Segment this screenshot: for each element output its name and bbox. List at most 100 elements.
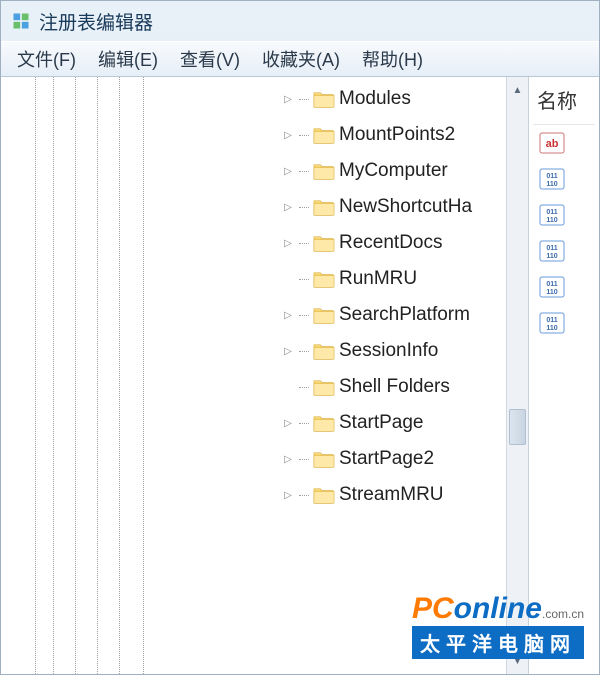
value-row[interactable]: 011110 xyxy=(533,197,595,233)
tree-item[interactable]: ▷ Modules xyxy=(281,81,506,117)
svg-text:011: 011 xyxy=(546,209,557,216)
tree-item[interactable]: ▷ SessionInfo xyxy=(281,333,506,369)
expand-icon[interactable]: ▷ xyxy=(281,416,295,430)
tree-item-label: Modules xyxy=(339,88,411,110)
svg-text:ab: ab xyxy=(546,138,559,150)
tree-connector xyxy=(299,207,309,208)
expand-icon[interactable]: ▷ xyxy=(281,164,295,178)
expand-icon[interactable]: ▷ xyxy=(281,488,295,502)
expand-icon[interactable]: ▷ xyxy=(281,200,295,214)
expand-icon[interactable]: ▷ xyxy=(281,452,295,466)
value-row[interactable]: 011110 xyxy=(533,305,595,341)
folder-icon xyxy=(313,450,335,468)
tree-connector xyxy=(299,387,309,388)
tree-item[interactable]: ▷ StreamMRU xyxy=(281,477,506,513)
tree-item-label: RunMRU xyxy=(339,268,417,290)
value-row[interactable]: ab xyxy=(533,125,595,161)
tree-connector xyxy=(299,135,309,136)
menu-help[interactable]: 帮助(H) xyxy=(352,42,433,76)
vertical-scrollbar[interactable]: ▲ ▼ xyxy=(506,77,528,674)
watermark-logo: PConline.com.cn xyxy=(412,594,584,624)
folder-icon xyxy=(313,198,335,216)
menu-bar: 文件(F) 编辑(E) 查看(V) 收藏夹(A) 帮助(H) xyxy=(1,41,599,77)
folder-icon xyxy=(313,486,335,504)
svg-text:110: 110 xyxy=(546,181,557,188)
tree-item-label: StartPage2 xyxy=(339,448,434,470)
value-row[interactable]: 011110 xyxy=(533,233,595,269)
tree-connector xyxy=(299,171,309,172)
tree-item[interactable]: ▷ MountPoints2 xyxy=(281,117,506,153)
tree-item[interactable]: ▷RunMRU xyxy=(281,261,506,297)
menu-file[interactable]: 文件(F) xyxy=(7,42,86,76)
tree-item[interactable]: ▷ NewShortcutHa xyxy=(281,189,506,225)
tree-connector xyxy=(299,315,309,316)
expand-icon[interactable]: ▷ xyxy=(281,92,295,106)
scroll-up-arrow-icon[interactable]: ▲ xyxy=(509,81,527,99)
tree-item[interactable]: ▷ SearchPlatform xyxy=(281,297,506,333)
tree-item-label: StreamMRU xyxy=(339,484,444,506)
app-icon xyxy=(11,11,31,31)
tree-item[interactable]: ▷ StartPage xyxy=(281,405,506,441)
folder-icon xyxy=(313,306,335,324)
tree-item-label: MountPoints2 xyxy=(339,124,455,146)
value-row[interactable]: 011110 xyxy=(533,161,595,197)
tree-item[interactable]: ▷ MyComputer xyxy=(281,153,506,189)
binary-value-icon: 011110 xyxy=(539,276,565,298)
tree-item-label: SessionInfo xyxy=(339,340,438,362)
tree-item[interactable]: ▷Shell Folders xyxy=(281,369,506,405)
registry-editor-window: 注册表编辑器 文件(F) 编辑(E) 查看(V) 收藏夹(A) 帮助(H) ▷ M… xyxy=(0,0,600,675)
tree-connector xyxy=(299,423,309,424)
tree-item-label: RecentDocs xyxy=(339,232,443,254)
expand-icon[interactable]: ▷ xyxy=(281,308,295,322)
tree-connector xyxy=(299,459,309,460)
expand-icon[interactable]: ▷ xyxy=(281,236,295,250)
menu-edit[interactable]: 编辑(E) xyxy=(88,42,168,76)
watermark-subtitle: 太平洋电脑网 xyxy=(412,626,584,659)
column-header-name[interactable]: 名称 xyxy=(533,83,595,125)
folder-icon xyxy=(313,414,335,432)
expand-icon[interactable]: ▷ xyxy=(281,128,295,142)
scroll-track[interactable] xyxy=(507,99,528,652)
watermark: PConline.com.cn 太平洋电脑网 xyxy=(412,594,584,659)
svg-text:110: 110 xyxy=(546,217,557,224)
menu-favorites[interactable]: 收藏夹(A) xyxy=(252,42,350,76)
folder-icon xyxy=(313,90,335,108)
tree-item-label: StartPage xyxy=(339,412,424,434)
folder-icon xyxy=(313,234,335,252)
tree-connector xyxy=(299,243,309,244)
binary-value-icon: 011110 xyxy=(539,204,565,226)
tree-connector xyxy=(299,495,309,496)
string-value-icon: ab xyxy=(539,132,565,154)
folder-icon xyxy=(313,162,335,180)
values-panel: 名称 ab011110011110011110011110011110 xyxy=(529,77,599,674)
tree-item[interactable]: ▷ RecentDocs xyxy=(281,225,506,261)
tree-indent-lines xyxy=(1,77,281,674)
tree-list: ▷ Modules ▷ MountPoints2 ▷ MyComputer ▷ NewShor… xyxy=(281,77,506,674)
tree-connector xyxy=(299,351,309,352)
tree-panel: ▷ Modules ▷ MountPoints2 ▷ MyComputer ▷ NewShor… xyxy=(1,77,529,674)
binary-value-icon: 011110 xyxy=(539,240,565,262)
scroll-thumb[interactable] xyxy=(509,409,526,445)
tree-item-label: NewShortcutHa xyxy=(339,196,472,218)
value-row[interactable]: 011110 xyxy=(533,269,595,305)
window-title: 注册表编辑器 xyxy=(39,8,153,35)
folder-icon xyxy=(313,378,335,396)
svg-text:011: 011 xyxy=(546,245,557,252)
tree-item-label: Shell Folders xyxy=(339,376,450,398)
content-area: ▷ Modules ▷ MountPoints2 ▷ MyComputer ▷ NewShor… xyxy=(1,77,599,674)
svg-text:110: 110 xyxy=(546,325,557,332)
binary-value-icon: 011110 xyxy=(539,168,565,190)
svg-text:011: 011 xyxy=(546,173,557,180)
folder-icon xyxy=(313,126,335,144)
menu-view[interactable]: 查看(V) xyxy=(170,42,250,76)
svg-text:011: 011 xyxy=(546,281,557,288)
tree-item-label: SearchPlatform xyxy=(339,304,470,326)
folder-icon xyxy=(313,342,335,360)
tree-connector xyxy=(299,99,309,100)
tree-connector xyxy=(299,279,309,280)
tree-item[interactable]: ▷ StartPage2 xyxy=(281,441,506,477)
svg-text:110: 110 xyxy=(546,289,557,296)
tree-item-label: MyComputer xyxy=(339,160,448,182)
expand-icon[interactable]: ▷ xyxy=(281,344,295,358)
folder-icon xyxy=(313,270,335,288)
